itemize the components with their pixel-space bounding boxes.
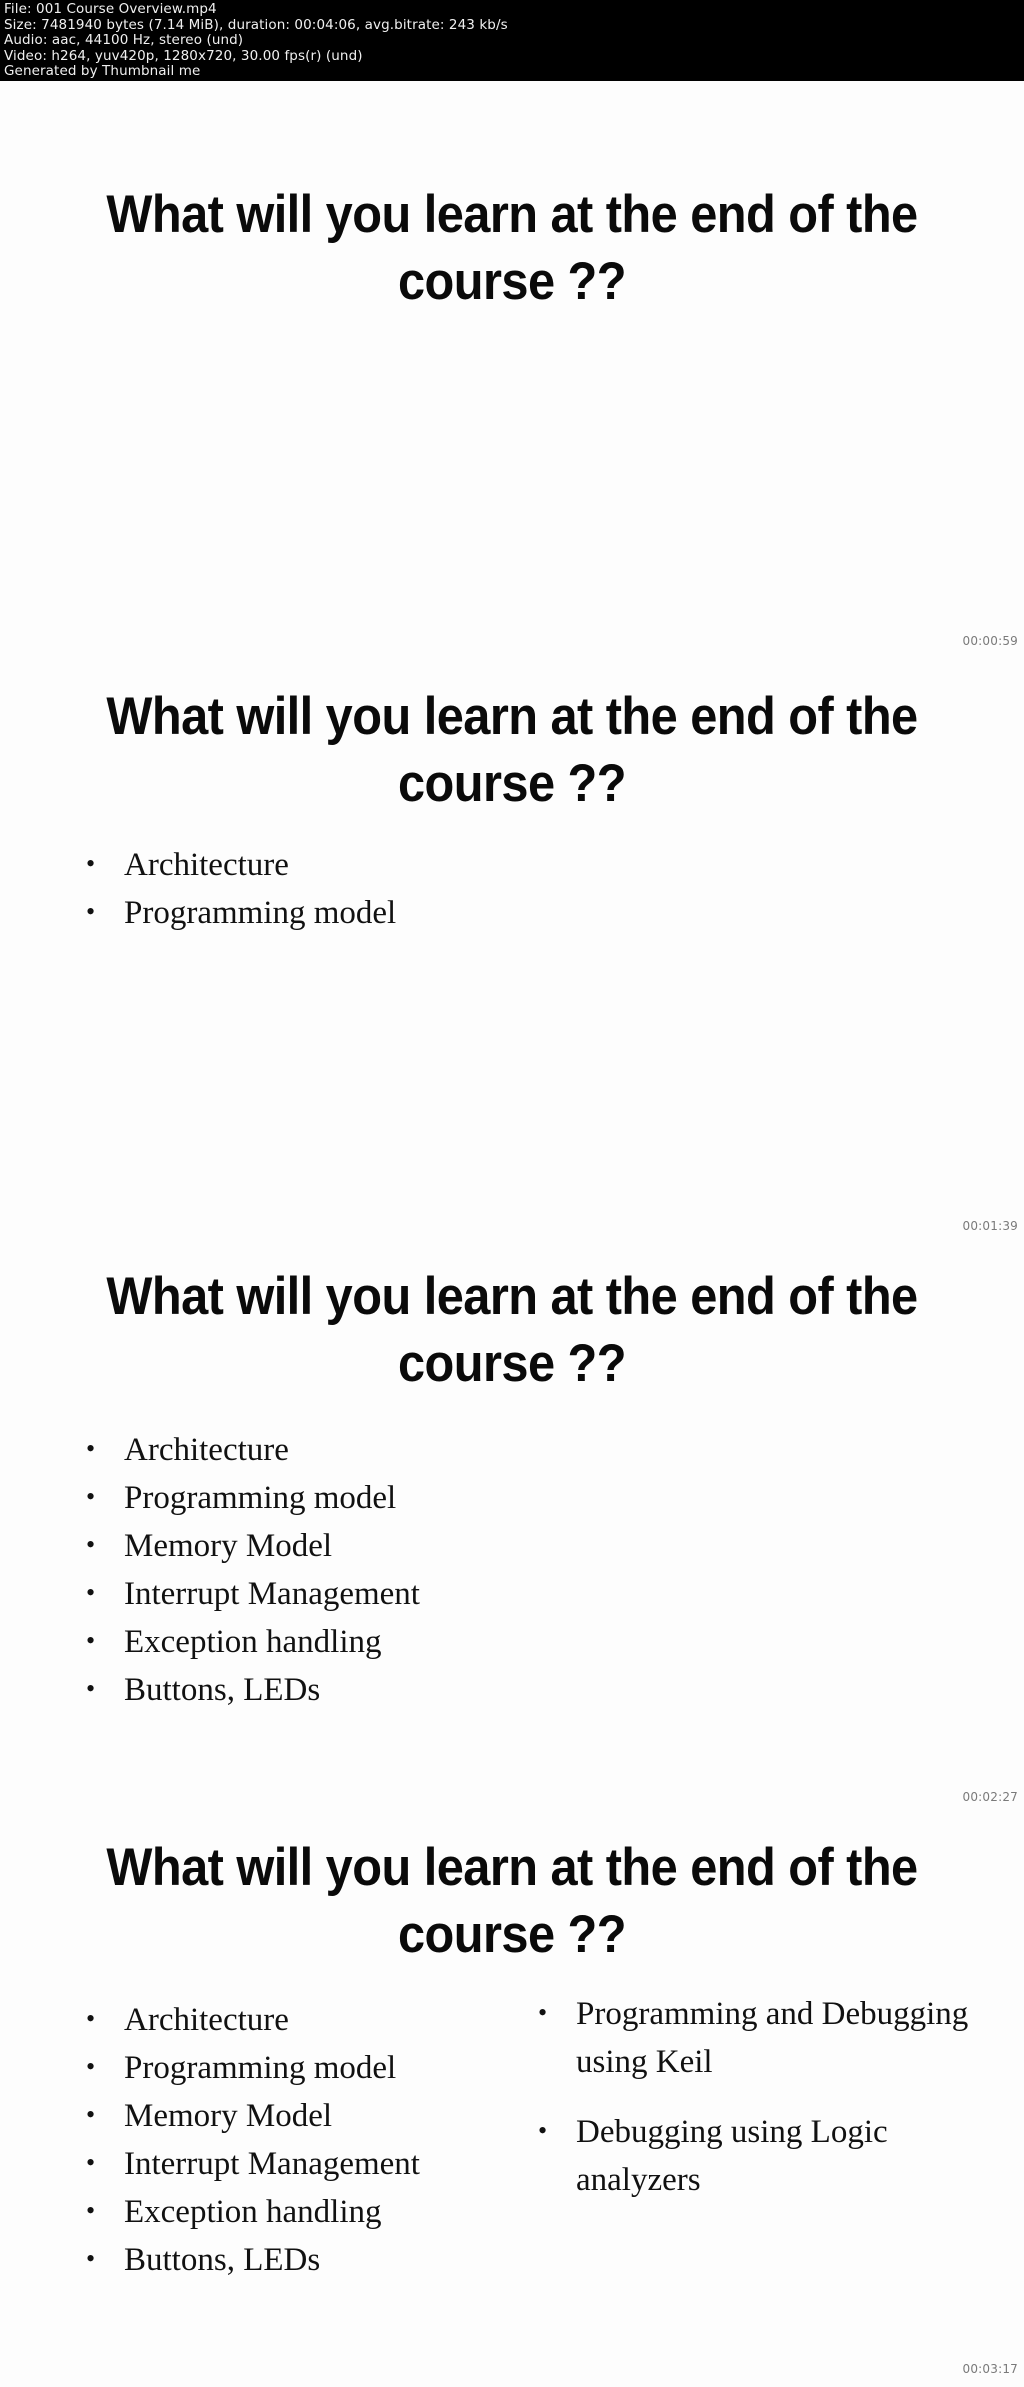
- thumbnail-frame-3[interactable]: What will you learn at the end of the co…: [0, 1238, 1024, 1808]
- metadata-size-line: Size: 7481940 bytes (7.14 MiB), duration…: [4, 16, 508, 33]
- slide-title-4: What will you learn at the end of the co…: [106, 1838, 918, 1964]
- slide-canvas-2: What will you learn at the end of the co…: [0, 661, 1024, 1238]
- bullet-item: Buttons, LEDs: [78, 1665, 678, 1714]
- bullet-list-left-4: ArchitectureProgramming modelMemory Mode…: [78, 1995, 528, 2284]
- bullet-item: Exception handling: [78, 2187, 528, 2236]
- bullet-item: Buttons, LEDs: [78, 2235, 528, 2284]
- bullet-item: Architecture: [78, 1995, 528, 2044]
- bullet-item: Programming model: [78, 1473, 678, 1522]
- slide-title-3: What will you learn at the end of the co…: [106, 1267, 918, 1393]
- slide-canvas-4: What will you learn at the end of the co…: [0, 1808, 1024, 2387]
- bullet-item: Programming model: [78, 888, 678, 937]
- bullet-item: Architecture: [78, 840, 678, 889]
- bullet-column-right-4: Programming and Debugging using Keil Debu…: [530, 1989, 990, 2226]
- thumbnail-timestamp-3: 00:02:27: [962, 1790, 1018, 1804]
- metadata-generator-line: Generated by Thumbnail me: [4, 63, 201, 80]
- bullet-item: Memory Model: [78, 1521, 678, 1570]
- bullet-item: Interrupt Management: [78, 1569, 678, 1618]
- video-metadata-header: File: 001 Course Overview.mp4 Size: 7481…: [0, 0, 1024, 81]
- bullet-column-left-3: ArchitectureProgramming modelMemory Mode…: [78, 1425, 678, 1714]
- thumbnail-timestamp-1: 00:00:59: [962, 634, 1018, 648]
- metadata-audio-line: Audio: aac, 44100 Hz, stereo (und): [4, 32, 244, 49]
- metadata-file-line: File: 001 Course Overview.mp4: [4, 1, 217, 17]
- slide-title-1: What will you learn at the end of the co…: [106, 185, 918, 311]
- bullet-list-left-3: ArchitectureProgramming modelMemory Mode…: [78, 1425, 678, 1714]
- bullet-item: Programming model: [78, 2043, 528, 2092]
- bullet-item: Memory Model: [78, 2091, 528, 2140]
- bullet-column-left-4: ArchitectureProgramming modelMemory Mode…: [78, 1995, 528, 2284]
- metadata-video-line: Video: h264, yuv420p, 1280x720, 30.00 fp…: [4, 47, 363, 64]
- bullet-item: Debugging using Logic analyzers: [530, 2107, 990, 2204]
- thumbnail-contact-sheet: What will you learn at the end of the co…: [0, 81, 1024, 2387]
- slide-canvas-3: What will you learn at the end of the co…: [0, 1238, 1024, 1808]
- thumbnail-frame-4[interactable]: What will you learn at the end of the co…: [0, 1808, 1024, 2387]
- bullet-item: Architecture: [78, 1425, 678, 1474]
- bullet-list-left-2: ArchitectureProgramming model: [78, 840, 678, 937]
- slide-title-2: What will you learn at the end of the co…: [106, 687, 918, 813]
- bullet-column-left-2: ArchitectureProgramming model: [78, 840, 678, 937]
- thumbnail-frame-2[interactable]: What will you learn at the end of the co…: [0, 661, 1024, 1238]
- bullet-list-right-4: Programming and Debugging using Keil Debu…: [530, 1989, 990, 2204]
- bullet-item: Programming and Debugging using Keil: [530, 1989, 990, 2086]
- thumbnail-frame-1[interactable]: What will you learn at the end of the co…: [0, 81, 1024, 661]
- bullet-item: Interrupt Management: [78, 2139, 528, 2188]
- slide-canvas-1: What will you learn at the end of the co…: [0, 81, 1024, 661]
- thumbnail-timestamp-4: 00:03:17: [962, 2362, 1018, 2376]
- bullet-item: Exception handling: [78, 1617, 678, 1666]
- thumbnail-timestamp-2: 00:01:39: [962, 1219, 1018, 1233]
